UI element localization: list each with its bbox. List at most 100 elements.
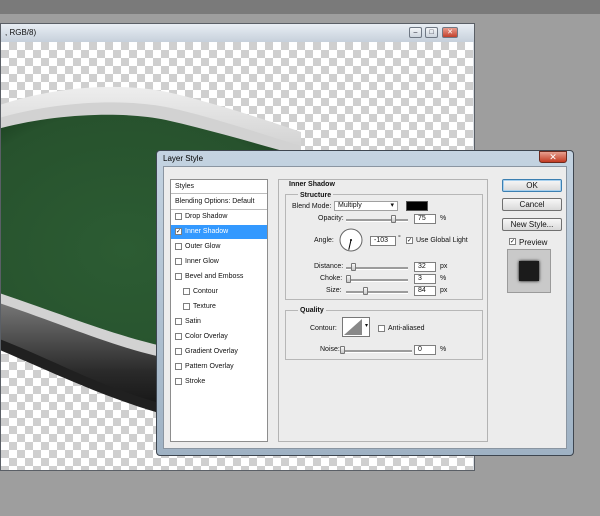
style-item-label: Texture xyxy=(193,303,216,310)
style-item-checkbox[interactable] xyxy=(175,332,182,340)
dialog-body: Styles Blending Options: Default Drop Sh… xyxy=(163,166,567,449)
styles-header[interactable]: Styles xyxy=(171,180,267,194)
preview-swatch xyxy=(519,261,539,281)
contour-label: Contour: xyxy=(310,325,337,332)
style-item-color-overlay[interactable]: Color Overlay xyxy=(171,330,267,344)
style-item-label: Outer Glow xyxy=(185,243,221,250)
style-item-label: Color Overlay xyxy=(185,333,228,340)
style-item-label: Gradient Overlay xyxy=(185,348,238,355)
distance-slider[interactable] xyxy=(346,263,408,271)
chevron-down-icon: ▾ xyxy=(364,323,368,329)
quality-title: Quality xyxy=(298,307,326,314)
structure-title: Structure xyxy=(298,192,334,199)
style-item-inner-shadow[interactable]: Inner Shadow xyxy=(171,225,267,239)
opacity-slider-thumb[interactable] xyxy=(390,215,396,223)
style-item-checkbox[interactable] xyxy=(175,257,182,265)
document-title: , RGB/8) xyxy=(5,28,37,37)
angle-field[interactable]: -103 xyxy=(370,236,396,246)
style-item-checkbox[interactable] xyxy=(175,347,182,355)
chevron-down-icon: ▾ xyxy=(390,202,394,209)
style-item-texture[interactable]: Texture xyxy=(171,300,267,314)
blend-mode-label: Blend Mode: xyxy=(292,203,332,210)
style-item-label: Stroke xyxy=(185,378,206,385)
document-titlebar[interactable]: , RGB/8) – □ ✕ xyxy=(1,24,474,42)
style-item-checkbox[interactable] xyxy=(175,272,182,280)
choke-label: Choke: xyxy=(320,275,343,282)
choke-slider-thumb[interactable] xyxy=(345,275,351,283)
choke-unit: % xyxy=(440,275,447,282)
style-item-checkbox[interactable] xyxy=(183,287,190,295)
style-item-label: Inner Glow xyxy=(185,258,219,265)
style-item-bevel-and-emboss[interactable]: Bevel and Emboss xyxy=(171,270,267,284)
workspace-top-bar xyxy=(0,0,600,14)
preview-label: Preview xyxy=(519,238,548,247)
style-item-checkbox[interactable] xyxy=(175,362,182,370)
choke-field[interactable]: 3 xyxy=(414,274,436,284)
distance-unit: px xyxy=(440,263,448,270)
angle-unit: ° xyxy=(398,235,401,242)
choke-slider[interactable] xyxy=(345,275,408,283)
size-slider-thumb[interactable] xyxy=(362,287,368,295)
blending-options[interactable]: Blending Options: Default xyxy=(171,195,267,210)
anti-aliased-label: Anti-aliased xyxy=(388,325,425,332)
blend-mode-value: Multiply xyxy=(338,202,362,209)
distance-field[interactable]: 32 xyxy=(414,262,436,272)
style-item-drop-shadow[interactable]: Drop Shadow xyxy=(171,210,267,224)
size-unit: px xyxy=(440,287,448,294)
distance-label: Distance: xyxy=(314,263,344,270)
distance-slider-thumb[interactable] xyxy=(350,263,356,271)
style-item-satin[interactable]: Satin xyxy=(171,315,267,329)
style-item-checkbox[interactable] xyxy=(183,302,190,310)
angle-dial[interactable] xyxy=(338,227,364,253)
shadow-color-swatch[interactable] xyxy=(406,201,428,211)
anti-aliased-checkbox[interactable] xyxy=(378,325,385,332)
new-style-button[interactable]: New Style... xyxy=(502,218,562,231)
style-item-pattern-overlay[interactable]: Pattern Overlay xyxy=(171,360,267,374)
angle-label: Angle: xyxy=(314,237,334,244)
style-item-outer-glow[interactable]: Outer Glow xyxy=(171,240,267,254)
style-item-label: Inner Shadow xyxy=(185,228,229,235)
size-slider[interactable] xyxy=(346,287,408,295)
style-item-label: Satin xyxy=(185,318,201,325)
contour-picker[interactable]: ▾ xyxy=(342,317,370,337)
style-item-checkbox[interactable] xyxy=(175,227,182,235)
size-label: Size: xyxy=(326,287,342,294)
style-item-checkbox[interactable] xyxy=(175,242,182,250)
noise-slider-thumb[interactable] xyxy=(340,346,345,354)
styles-list: Styles Blending Options: Default Drop Sh… xyxy=(170,179,268,442)
style-item-label: Drop Shadow xyxy=(185,213,228,220)
style-item-inner-glow[interactable]: Inner Glow xyxy=(171,255,267,269)
preview-checkbox[interactable] xyxy=(509,238,516,245)
opacity-unit: % xyxy=(440,215,447,222)
opacity-label: Opacity: xyxy=(318,215,344,222)
dialog-close-button[interactable]: ✕ xyxy=(539,151,567,163)
size-field[interactable]: 84 xyxy=(414,286,436,296)
blend-mode-select[interactable]: Multiply ▾ xyxy=(334,201,398,211)
close-button[interactable]: ✕ xyxy=(442,27,458,38)
style-item-checkbox[interactable] xyxy=(175,317,182,325)
noise-unit: % xyxy=(440,346,447,353)
style-item-checkbox[interactable] xyxy=(175,212,182,220)
style-item-checkbox[interactable] xyxy=(175,377,182,385)
use-global-light-checkbox[interactable] xyxy=(406,237,413,244)
minimize-button[interactable]: – xyxy=(409,27,422,38)
style-item-label: Contour xyxy=(193,288,218,295)
style-item-label: Bevel and Emboss xyxy=(185,273,244,280)
noise-field[interactable]: 0 xyxy=(414,345,436,355)
noise-label: Noise: xyxy=(320,346,340,353)
inner-shadow-panel: Inner Shadow Structure Blend Mode: Multi… xyxy=(278,179,488,442)
opacity-field[interactable]: 75 xyxy=(414,214,436,224)
maximize-button[interactable]: □ xyxy=(425,27,438,38)
opacity-slider[interactable] xyxy=(346,215,408,223)
structure-group: Structure Blend Mode: Multiply ▾ Opacity… xyxy=(285,192,483,300)
style-item-gradient-overlay[interactable]: Gradient Overlay xyxy=(171,345,267,359)
dialog-title: Layer Style xyxy=(163,154,204,163)
noise-slider[interactable] xyxy=(340,346,412,354)
style-item-label: Pattern Overlay xyxy=(185,363,234,370)
style-item-contour[interactable]: Contour xyxy=(171,285,267,299)
section-title: Inner Shadow xyxy=(289,181,335,188)
ok-button[interactable]: OK xyxy=(502,179,562,192)
cancel-button[interactable]: Cancel xyxy=(502,198,562,211)
style-item-stroke[interactable]: Stroke xyxy=(171,375,267,389)
layer-style-dialog: Layer Style ✕ Styles Blending Options: D… xyxy=(156,150,574,456)
